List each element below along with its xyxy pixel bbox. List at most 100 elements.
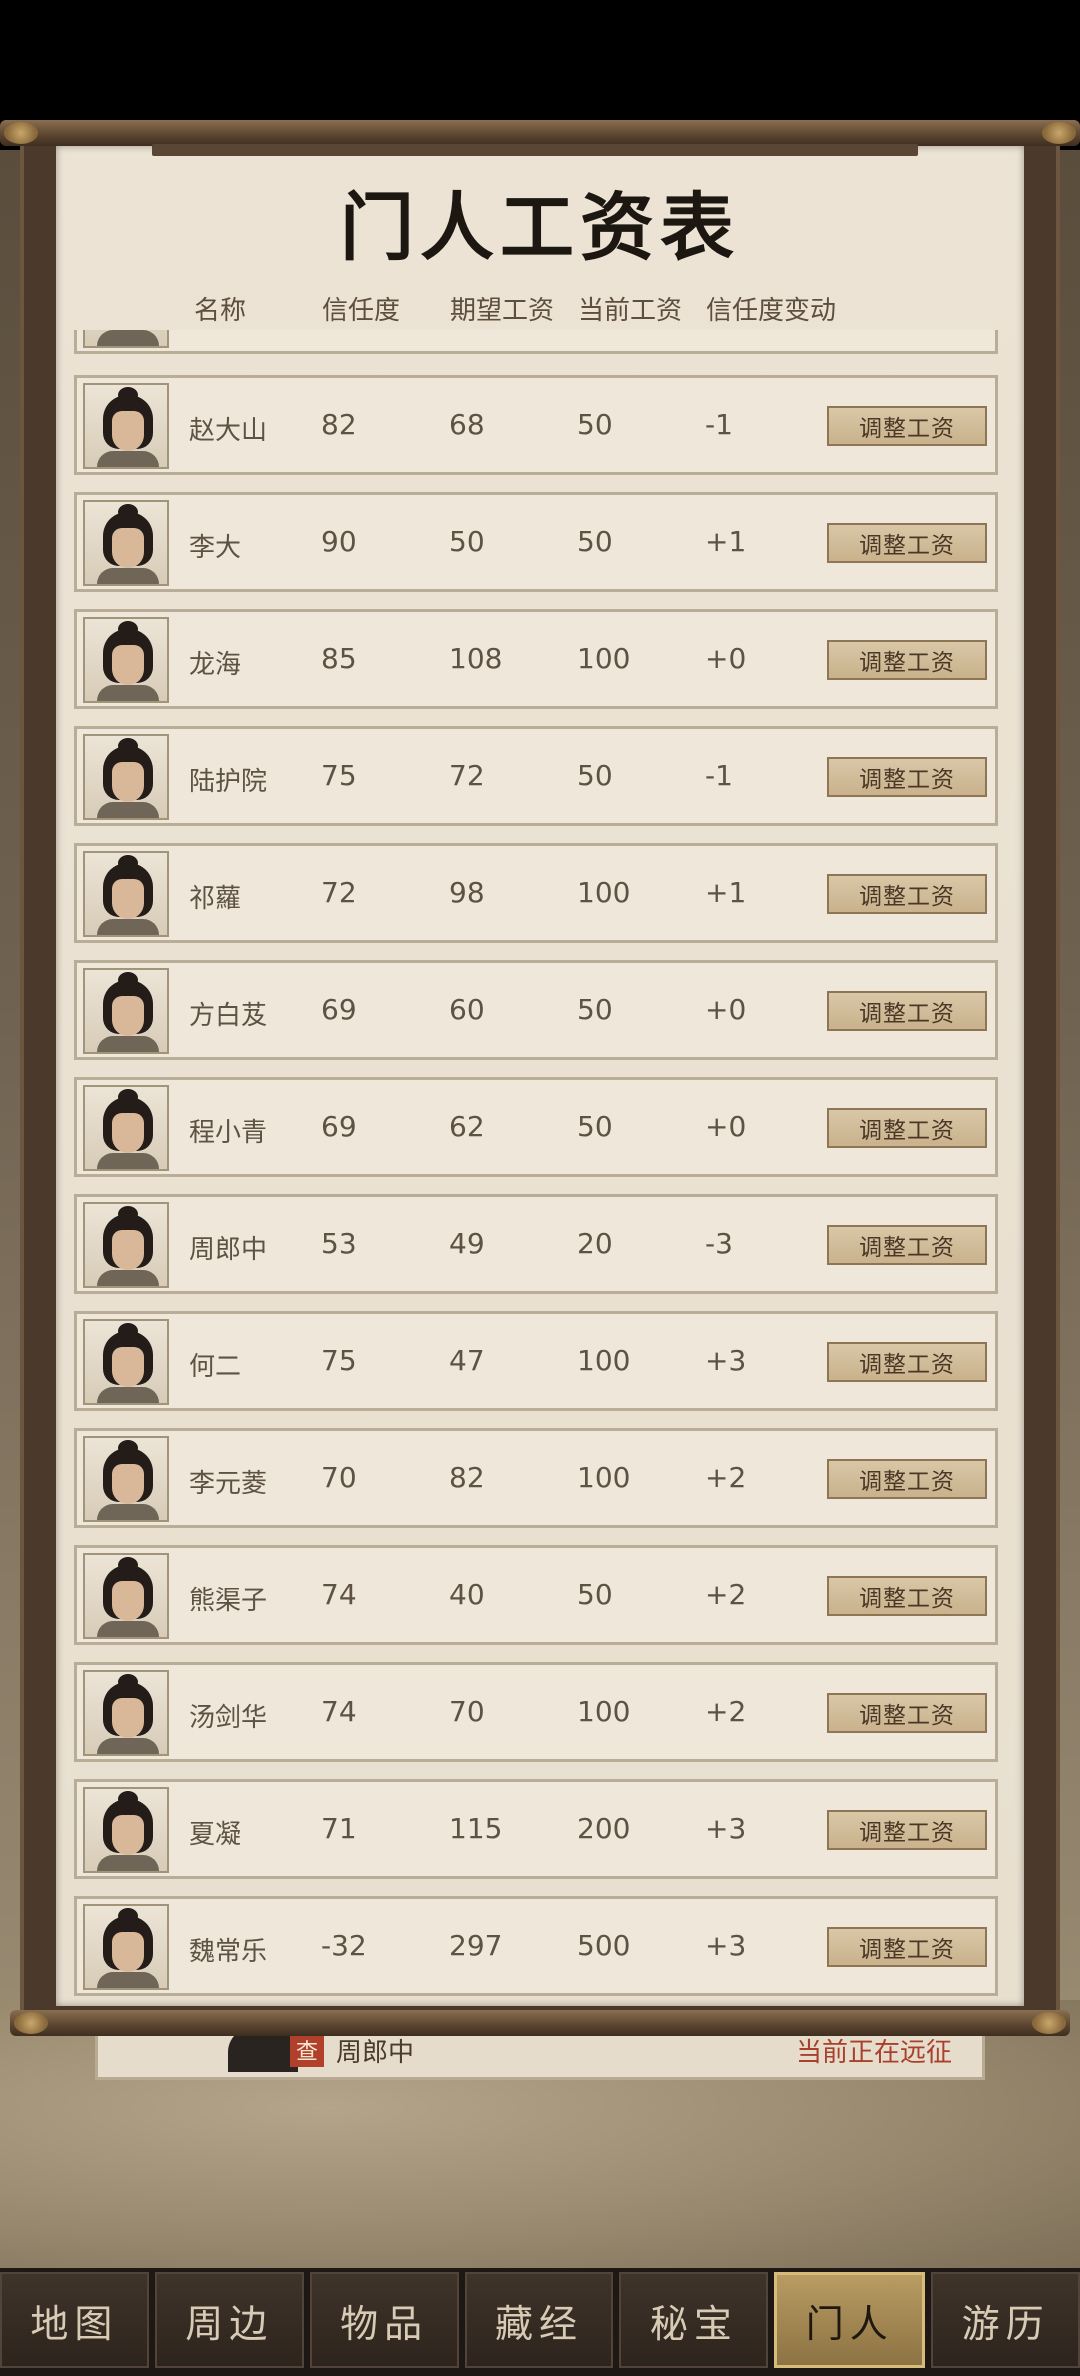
trust-value: 90: [321, 525, 357, 558]
table-row: 祁蘿 72 98 100 +1 调整工资: [74, 843, 998, 943]
nav-tab[interactable]: 游历: [931, 2272, 1080, 2368]
member-name: 赵大山: [189, 416, 268, 446]
member-name: 李元菱: [189, 1469, 268, 1499]
trust-change: +2: [705, 1461, 747, 1494]
member-name: 程小青: [189, 1118, 268, 1148]
header-current: 当前工资: [578, 296, 683, 326]
member-name: 魏常乐: [189, 1937, 268, 1967]
trust-value: 85: [321, 642, 357, 675]
table-row: 魏常乐 -32 297 500 +3 调整工资: [74, 1896, 998, 1996]
adjust-wage-button[interactable]: 调整工资: [827, 1576, 987, 1616]
scroll-roller-top: [0, 120, 1080, 146]
trust-value: 71: [321, 1812, 357, 1845]
nav-tab[interactable]: 门人: [774, 2272, 926, 2368]
trust-value: 69: [321, 1110, 357, 1143]
trust-change: +0: [705, 1110, 747, 1143]
member-name: 周郎中: [189, 1235, 268, 1265]
trust-value: 75: [321, 1344, 357, 1377]
member-avatar: [83, 1085, 169, 1171]
member-name: 夏凝: [189, 1820, 242, 1850]
table-row: 方白芨 69 60 50 +0 调整工资: [74, 960, 998, 1060]
current-wage: 50: [577, 408, 613, 441]
table-row: 李元菱 70 82 100 +2 调整工资: [74, 1428, 998, 1528]
header-trust: 信任度: [322, 296, 401, 326]
current-wage: 500: [577, 1929, 631, 1962]
member-avatar: [83, 1904, 169, 1990]
table-row: 龙海 85 108 100 +0 调整工资: [74, 609, 998, 709]
member-avatar: [83, 1202, 169, 1288]
scroll-roller-bottom: [10, 2010, 1070, 2036]
current-wage: 100: [577, 1344, 631, 1377]
adjust-wage-button[interactable]: 调整工资: [827, 757, 987, 797]
adjust-wage-button[interactable]: 调整工资: [827, 1342, 987, 1382]
expected-wage: 70: [449, 1695, 485, 1728]
paper-top-bar: [152, 144, 918, 156]
wage-list[interactable]: 赵大山 82 68 50 -1 调整工资 李大 90 50 50 +1 调整工资 龙海 85 108 100 +…: [56, 330, 1024, 2000]
member-name: 方白芨: [189, 1001, 268, 1031]
member-name: 汤剑华: [189, 1703, 268, 1733]
trust-change: +3: [705, 1929, 747, 1962]
member-name: 熊渠子: [189, 1586, 268, 1616]
trust-change: +3: [705, 1344, 747, 1377]
header-name: 名称: [194, 296, 247, 326]
expected-wage: 115: [449, 1812, 503, 1845]
member-name: 祁蘿: [189, 884, 242, 914]
current-wage: 50: [577, 993, 613, 1026]
adjust-wage-button[interactable]: 调整工资: [827, 1693, 987, 1733]
table-row: 夏凝 71 115 200 +3 调整工资: [74, 1779, 998, 1879]
table-row: 何二 75 47 100 +3 调整工资: [74, 1311, 998, 1411]
inspect-badge[interactable]: 查: [290, 2033, 324, 2067]
adjust-wage-button[interactable]: 调整工资: [827, 1810, 987, 1850]
trust-change: +0: [705, 642, 747, 675]
adjust-wage-button[interactable]: 调整工资: [827, 1108, 987, 1148]
expected-wage: 60: [449, 993, 485, 1026]
member-name: 李大: [189, 533, 242, 563]
member-avatar: [83, 1319, 169, 1405]
expected-wage: 50: [449, 525, 485, 558]
table-row: 周郎中 53 49 20 -3 调整工资: [74, 1194, 998, 1294]
adjust-wage-button[interactable]: 调整工资: [827, 874, 987, 914]
member-avatar: [83, 617, 169, 703]
trust-change: +2: [705, 1695, 747, 1728]
expected-wage: 62: [449, 1110, 485, 1143]
adjust-wage-button[interactable]: 调整工资: [827, 1459, 987, 1499]
trust-change: -1: [705, 759, 733, 792]
expected-wage: 98: [449, 876, 485, 909]
trust-value: 70: [321, 1461, 357, 1494]
member-avatar: [83, 968, 169, 1054]
member-avatar: [83, 1436, 169, 1522]
nav-tab[interactable]: 地图: [0, 2272, 149, 2368]
expected-wage: 47: [449, 1344, 485, 1377]
trust-value: 69: [321, 993, 357, 1026]
table-row: 李大 90 50 50 +1 调整工资: [74, 492, 998, 592]
current-wage: 50: [577, 525, 613, 558]
expected-wage: 72: [449, 759, 485, 792]
header-change: 信任度变动: [706, 296, 837, 326]
adjust-wage-button[interactable]: 调整工资: [827, 406, 987, 446]
table-row: 熊渠子 74 40 50 +2 调整工资: [74, 1545, 998, 1645]
adjust-wage-button[interactable]: 调整工资: [827, 991, 987, 1031]
expected-wage: 40: [449, 1578, 485, 1611]
current-wage: 100: [577, 1461, 631, 1494]
expected-wage: 297: [449, 1929, 503, 1962]
member-avatar: [83, 383, 169, 469]
trust-change: +1: [705, 876, 747, 909]
adjust-wage-button[interactable]: 调整工资: [827, 1225, 987, 1265]
member-name: 何二: [189, 1352, 242, 1382]
adjust-wage-button[interactable]: 调整工资: [827, 640, 987, 680]
trust-value: 74: [321, 1695, 357, 1728]
page-title: 门人工资表: [340, 185, 740, 271]
member-avatar: [83, 1553, 169, 1639]
nav-tab[interactable]: 周边: [154, 2272, 304, 2368]
member-avatar: [83, 1787, 169, 1873]
adjust-wage-button[interactable]: 调整工资: [827, 1927, 987, 1967]
nav-tab[interactable]: 秘宝: [619, 2272, 769, 2368]
nav-tab[interactable]: 藏经: [464, 2272, 614, 2368]
member-avatar: [83, 734, 169, 820]
expected-wage: 108: [449, 642, 503, 675]
header-expected: 期望工资: [450, 296, 555, 326]
trust-change: +2: [705, 1578, 747, 1611]
member-avatar: [83, 851, 169, 937]
adjust-wage-button[interactable]: 调整工资: [827, 523, 987, 563]
nav-tab[interactable]: 物品: [309, 2272, 459, 2368]
